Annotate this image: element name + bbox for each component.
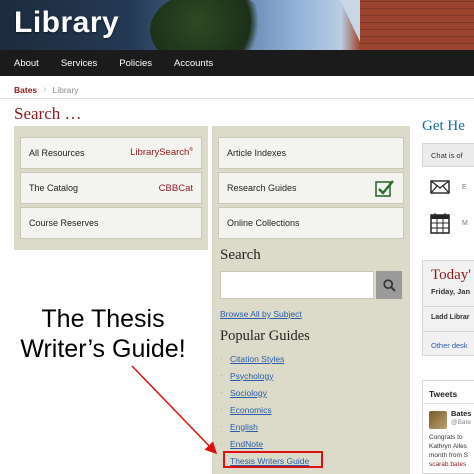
nav-item-about[interactable]: About [14, 58, 39, 69]
main-nav: About Services Policies Accounts [0, 50, 474, 76]
list-item: · Economics [220, 401, 309, 418]
guide-link-endnote[interactable]: EndNote [230, 439, 263, 449]
tile-label: Research Guides [227, 183, 297, 193]
envelope-icon [430, 180, 450, 194]
tweet-link[interactable]: scarab.bates [429, 460, 474, 469]
get-help-heading: Get He [422, 118, 465, 134]
bullet-icon: · [220, 439, 223, 448]
breadcrumb-current: Library [52, 84, 79, 95]
other-desks-link[interactable]: Other desk [431, 341, 468, 350]
bullet-icon: · [220, 354, 223, 363]
bullet-icon: · [220, 405, 223, 414]
bullet-icon: · [220, 388, 223, 397]
divider [423, 306, 474, 307]
highlight-box [223, 451, 323, 468]
bullet-icon: · [220, 422, 223, 431]
tweet-line: Congrats to [429, 434, 463, 441]
tile-label: Article Indexes [227, 148, 287, 158]
search-heading: Search [220, 247, 261, 263]
divider [423, 331, 474, 332]
librarysearch-logo: LibrarySearch® [130, 147, 193, 159]
tweets-widget: Tweets Bates @Bate Congrats to Kathryn A… [422, 380, 474, 474]
list-item: · Psychology [220, 367, 309, 384]
tile-label: The Catalog [29, 183, 79, 193]
nav-item-accounts[interactable]: Accounts [174, 58, 213, 69]
header-banner: Library [0, 0, 474, 50]
annotation-callout: The Thesis Writer’s Guide! [0, 304, 206, 364]
tweet-text: Congrats to Kathryn Alles month from S s… [429, 433, 474, 469]
annotation-line: Writer’s Guide! [20, 335, 186, 363]
checkbox-checked-icon [375, 180, 394, 197]
tweet-line: month from S [429, 452, 469, 459]
guide-search-input[interactable] [220, 271, 374, 299]
avatar[interactable] [429, 411, 447, 429]
chevron-right-icon: › [43, 84, 47, 95]
page-title: Search … [14, 104, 82, 123]
nav-item-services[interactable]: Services [61, 58, 97, 69]
popular-guides-heading: Popular Guides [220, 328, 310, 344]
bullet-icon: · [220, 371, 223, 380]
email-label: E [462, 183, 467, 191]
catalog-button[interactable]: The Catalog CBBCat [20, 172, 202, 204]
article-indexes-button[interactable]: Article Indexes [218, 137, 404, 169]
chat-status[interactable]: Chat is of [422, 143, 474, 167]
course-reserves-button[interactable]: Course Reserves [20, 207, 202, 239]
tweet-handle[interactable]: @Bate [451, 419, 471, 426]
banner-tree-image [150, 0, 270, 50]
guide-link-economics[interactable]: Economics [230, 405, 272, 415]
list-item: · English [220, 418, 309, 435]
tweet-author[interactable]: Bates [451, 409, 471, 418]
search-icon [382, 278, 396, 292]
calendar-label: M [462, 219, 468, 227]
guide-link-citation-styles[interactable]: Citation Styles [230, 354, 284, 364]
list-item: · EndNote [220, 435, 309, 452]
research-guides-button[interactable]: Research Guides [218, 172, 404, 204]
guide-link-sociology[interactable]: Sociology [230, 388, 267, 398]
banner-building-image [360, 0, 474, 50]
hours-date: Friday, Jan [431, 287, 471, 296]
annotation-line: The Thesis [41, 305, 165, 333]
calendar-contact[interactable]: M [430, 212, 468, 234]
online-collections-button[interactable]: Online Collections [218, 207, 404, 239]
divider [0, 98, 474, 99]
hours-title: Today' [431, 267, 471, 283]
list-item: · Citation Styles [220, 350, 309, 367]
tweets-heading: Tweets [429, 389, 458, 399]
search-button[interactable] [376, 271, 402, 299]
calendar-icon [430, 213, 450, 234]
guide-link-psychology[interactable]: Psychology [230, 371, 273, 381]
nav-item-policies[interactable]: Policies [119, 58, 152, 69]
cbbcat-logo: CBBCat [158, 182, 193, 194]
all-resources-button[interactable]: All Resources LibrarySearch® [20, 137, 202, 169]
hours-location: Ladd Librar [431, 314, 470, 321]
breadcrumb: Bates › Library [14, 84, 78, 95]
breadcrumb-home-link[interactable]: Bates [14, 85, 37, 95]
site-title[interactable]: Library [14, 6, 119, 40]
hours-widget: Today' Friday, Jan Ladd Librar Other des… [422, 260, 474, 356]
guide-link-english[interactable]: English [230, 422, 258, 432]
tile-label: All Resources [29, 148, 85, 158]
tile-label: Course Reserves [29, 218, 99, 228]
browse-by-subject-link[interactable]: Browse All by Subject [220, 309, 302, 319]
tweet-line: Kathryn Alles [429, 443, 467, 450]
email-contact[interactable]: E [430, 180, 467, 194]
list-item: · Sociology [220, 384, 309, 401]
divider [423, 403, 474, 404]
tile-label: Online Collections [227, 218, 300, 228]
